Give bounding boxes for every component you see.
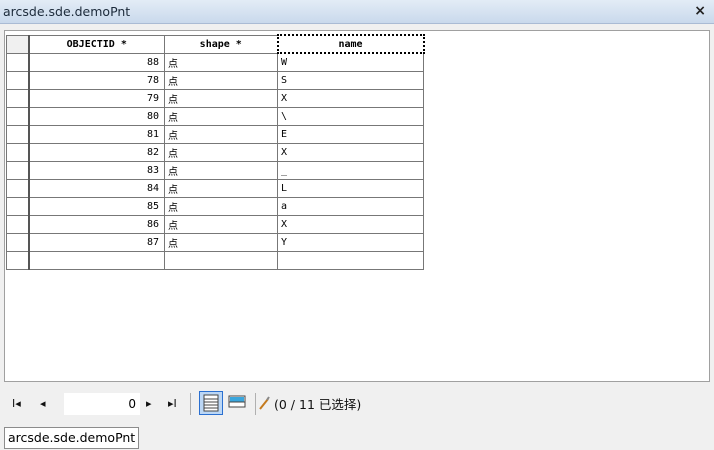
close-button[interactable]: × (694, 3, 706, 19)
table-row[interactable]: 79 点 X (6, 88, 424, 108)
cell-name[interactable]: \ (277, 106, 424, 126)
row-selector[interactable] (6, 250, 30, 270)
cell-name[interactable]: E (277, 124, 424, 144)
cell-shape[interactable]: 点 (164, 124, 278, 144)
select-all-corner[interactable] (6, 34, 30, 54)
cell-empty[interactable] (164, 250, 278, 270)
first-record-button[interactable]: I◂ (12, 394, 21, 414)
table-row[interactable]: 80 点 \ (6, 106, 424, 126)
cell-empty[interactable] (28, 250, 165, 270)
row-selector[interactable] (6, 196, 30, 216)
table-all-records-icon[interactable] (199, 391, 223, 415)
attribute-table: OBJECTID * shape * name 88 点 W 78 点 S 79 点 X 8… (4, 30, 710, 382)
cell-objectid[interactable]: 88 (28, 52, 165, 72)
header-row: OBJECTID * shape * name (6, 34, 425, 54)
row-selector[interactable] (6, 160, 30, 180)
cell-name[interactable]: S (277, 70, 424, 90)
table-row[interactable]: 81 点 E (6, 124, 424, 144)
tab-arcsde-sde-demopnt[interactable]: arcsde.sde.demoPnt (4, 427, 140, 449)
pencil-icon[interactable] (258, 394, 270, 414)
cell-objectid[interactable]: 81 (28, 124, 165, 144)
row-selector[interactable] (6, 52, 30, 72)
previous-record-button[interactable]: ◂ (40, 394, 46, 414)
toolbar-divider (255, 393, 256, 415)
row-selector[interactable] (6, 124, 30, 144)
table-row[interactable]: 83 点 _ (6, 160, 424, 180)
column-header-name[interactable]: name (276, 34, 425, 54)
cell-objectid[interactable]: 80 (28, 106, 165, 126)
cell-name[interactable]: _ (277, 160, 424, 180)
cell-shape[interactable]: 点 (164, 52, 278, 72)
cell-shape[interactable]: 点 (164, 142, 278, 162)
cell-shape[interactable]: 点 (164, 214, 278, 234)
cell-objectid[interactable]: 82 (28, 142, 165, 162)
cell-name[interactable]: X (277, 142, 424, 162)
cell-name[interactable]: a (277, 196, 424, 216)
window-title: arcsde.sde.demoPnt (3, 4, 131, 19)
row-selector[interactable] (6, 178, 30, 198)
cell-shape[interactable]: 点 (164, 160, 278, 180)
table-selected-records-icon[interactable] (226, 391, 250, 415)
selection-status: (0 / 11 已选择) (274, 397, 362, 412)
new-row[interactable] (6, 250, 424, 270)
cell-name[interactable]: L (277, 178, 424, 198)
title-bar: arcsde.sde.demoPnt × (0, 0, 714, 24)
cell-shape[interactable]: 点 (164, 106, 278, 126)
cell-objectid[interactable]: 86 (28, 214, 165, 234)
cell-objectid[interactable]: 78 (28, 70, 165, 90)
cell-objectid[interactable]: 83 (28, 160, 165, 180)
next-record-button[interactable]: ▸ (146, 394, 152, 414)
row-selector[interactable] (6, 214, 30, 234)
table-row[interactable]: 88 点 W (6, 52, 424, 72)
last-record-button[interactable]: ▸I (168, 394, 177, 414)
table-toolbar: I◂ ◂ 0 ▸ ▸I (0 / 11 已选择) (4, 386, 710, 424)
table-row[interactable]: 78 点 S (6, 70, 424, 90)
attribute-grid: OBJECTID * shape * name 88 点 W 78 点 S 79 点 X 8… (6, 34, 425, 270)
row-selector[interactable] (6, 106, 30, 126)
attribute-table-window: arcsde.sde.demoPnt × OBJECTID * shape * … (0, 0, 714, 450)
table-row[interactable]: 85 点 a (6, 196, 424, 216)
toolbar-divider (190, 393, 191, 415)
column-header-shape[interactable]: shape * (164, 34, 278, 54)
cell-name[interactable]: W (277, 52, 424, 72)
cell-objectid[interactable]: 84 (28, 178, 165, 198)
table-tabs: arcsde.sde.demoPnt (4, 427, 140, 449)
cell-shape[interactable]: 点 (164, 196, 278, 216)
table-row[interactable]: 84 点 L (6, 178, 424, 198)
row-selector[interactable] (6, 142, 30, 162)
column-header-objectid[interactable]: OBJECTID * (28, 34, 165, 54)
cell-objectid[interactable]: 87 (28, 232, 165, 252)
cell-shape[interactable]: 点 (164, 232, 278, 252)
table-row[interactable]: 87 点 Y (6, 232, 424, 252)
table-row[interactable]: 82 点 X (6, 142, 424, 162)
row-selector[interactable] (6, 88, 30, 108)
cell-shape[interactable]: 点 (164, 70, 278, 90)
cell-empty[interactable] (277, 250, 424, 270)
row-selector[interactable] (6, 70, 30, 90)
cell-shape[interactable]: 点 (164, 88, 278, 108)
cell-objectid[interactable]: 79 (28, 88, 165, 108)
current-record-field[interactable]: 0 (64, 393, 140, 415)
cell-name[interactable]: X (277, 214, 424, 234)
cell-name[interactable]: Y (277, 232, 424, 252)
cell-shape[interactable]: 点 (164, 178, 278, 198)
cell-name[interactable]: X (277, 88, 424, 108)
row-selector[interactable] (6, 232, 30, 252)
cell-objectid[interactable]: 85 (28, 196, 165, 216)
table-row[interactable]: 86 点 X (6, 214, 424, 234)
